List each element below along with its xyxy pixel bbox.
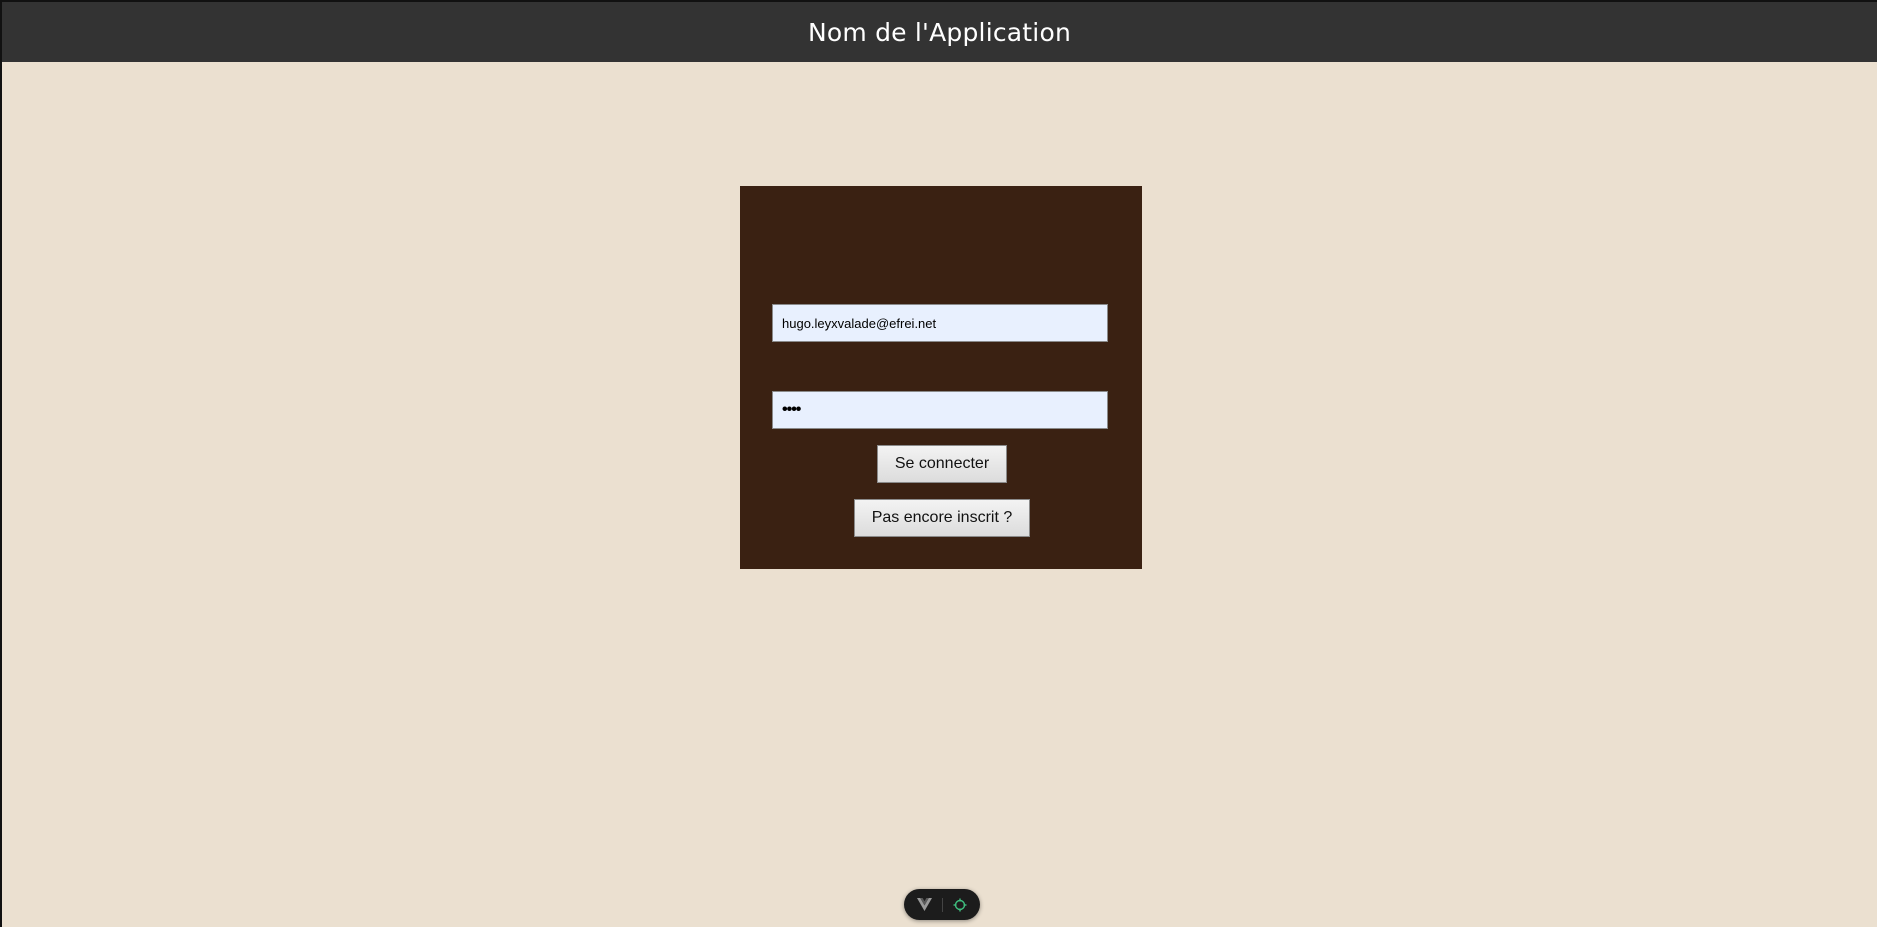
password-field[interactable]: •••• (772, 391, 1108, 429)
email-field[interactable]: hugo.leyxvalade@efrei.net (772, 304, 1108, 342)
app-header: Nom de l'Application (2, 0, 1877, 62)
register-button[interactable]: Pas encore inscrit ? (854, 499, 1030, 537)
login-button[interactable]: Se connecter (877, 445, 1007, 483)
password-field-value: •••• (782, 401, 801, 418)
target-icon[interactable] (953, 898, 967, 912)
login-card: hugo.leyxvalade@efrei.net •••• Se connec… (740, 186, 1142, 569)
devtools-divider (942, 897, 943, 912)
vue-devtools-toggle[interactable] (904, 889, 980, 920)
vue-logo-icon[interactable] (917, 898, 932, 911)
email-field-value: hugo.leyxvalade@efrei.net (782, 315, 937, 331)
app-title: Nom de l'Application (808, 17, 1071, 47)
